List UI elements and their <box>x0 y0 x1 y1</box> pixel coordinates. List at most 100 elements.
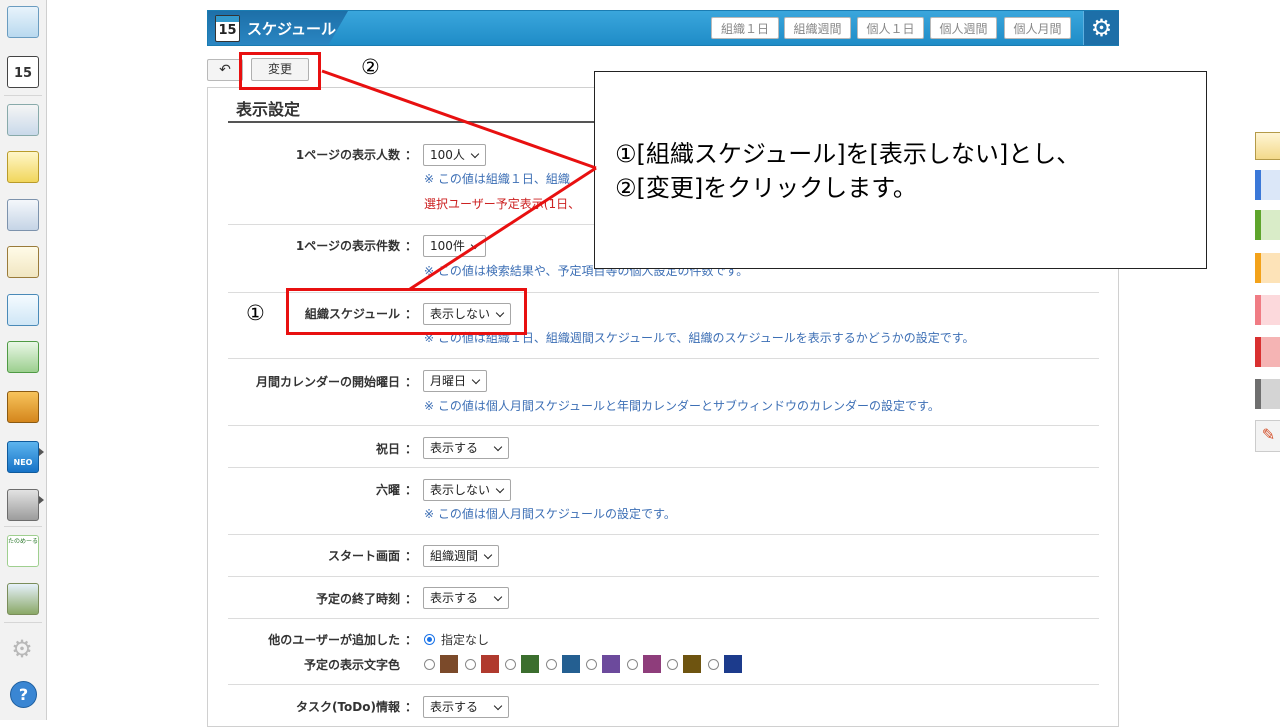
row-label-month-start-day: 月間カレンダーの開始曜日 <box>255 375 400 389</box>
change-button-highlight <box>239 52 321 90</box>
row-colon: ： <box>405 375 418 389</box>
clipboard-icon[interactable] <box>7 246 39 278</box>
binder-icon[interactable] <box>7 391 39 423</box>
folder-icon[interactable] <box>7 489 39 521</box>
color-swatch-5[interactable] <box>602 655 620 673</box>
sticky-note-icon[interactable] <box>1255 132 1280 160</box>
schedule-icon[interactable]: 15 <box>7 56 39 88</box>
color-radio-5[interactable] <box>586 659 597 670</box>
items-per-page-select[interactable]: 100件 <box>423 235 486 257</box>
side-tab-orange[interactable] <box>1255 253 1280 283</box>
portal-icon[interactable] <box>7 6 39 38</box>
sidebar-divider <box>4 526 42 527</box>
facility-icon[interactable] <box>7 104 39 136</box>
row-divider <box>228 576 1099 577</box>
row-label-items-per-page: 1ページの表示件数 <box>295 239 400 253</box>
color-radio-1[interactable] <box>424 659 435 670</box>
rokuyo-select[interactable]: 表示しない <box>423 479 512 501</box>
neo-icon[interactable]: NEO <box>7 441 39 473</box>
month-start-day-select[interactable]: 月曜日 <box>423 370 488 392</box>
org-schedule-highlight <box>286 288 527 335</box>
row-colon: ： <box>405 592 418 606</box>
refresh-icon[interactable] <box>7 341 39 373</box>
row-divider <box>228 425 1099 426</box>
nav-org-week-button[interactable]: 組織週間 <box>784 17 851 39</box>
row-note: ※ この値は個人月間スケジュールの設定です。 <box>424 507 676 521</box>
folder-expand-arrow[interactable] <box>39 496 44 504</box>
row-colon: ： <box>405 633 418 647</box>
memo-icon[interactable] <box>7 151 39 183</box>
row-divider <box>228 684 1099 685</box>
help-icon[interactable]: ? <box>10 681 37 708</box>
schedule-icon-number: 15 <box>13 66 33 81</box>
color-swatch-7[interactable] <box>683 655 701 673</box>
color-swatch-1[interactable] <box>440 655 458 673</box>
schedule-header: 15 スケジュール 組織１日 組織週間 個人１日 個人週間 個人月間 ⚙ <box>207 10 1119 46</box>
row-divider <box>228 534 1099 535</box>
row-label-rokuyo: 六曜 <box>375 483 400 497</box>
side-tab-green[interactable] <box>1255 210 1280 240</box>
row-divider <box>228 358 1099 359</box>
row-divider <box>228 618 1099 619</box>
sidebar-divider <box>4 622 42 623</box>
nav-org-day-button[interactable]: 組織１日 <box>711 17 779 39</box>
app-sidebar: 15 NEO たのめーる ⚙ ? <box>0 0 47 720</box>
marker-1: ① <box>246 301 265 325</box>
page-title: スケジュール <box>247 20 336 38</box>
neo-expand-arrow[interactable] <box>39 448 44 456</box>
nav-personal-month-button[interactable]: 個人月間 <box>1004 17 1071 39</box>
row-label-task-info: タスク(ToDo)情報 <box>295 700 400 714</box>
row-label-other-user-color: 他のユーザーが追加した <box>268 633 400 647</box>
row-colon: ： <box>405 549 418 563</box>
calendar-icon-number: 15 <box>218 23 237 38</box>
side-tab-blue[interactable] <box>1255 170 1280 200</box>
color-radio-3[interactable] <box>505 659 516 670</box>
start-screen-select[interactable]: 組織週間 <box>423 545 500 567</box>
nav-personal-week-button[interactable]: 個人週間 <box>930 17 997 39</box>
color-swatch-4[interactable] <box>561 655 580 673</box>
sidebar-divider <box>4 95 42 96</box>
callout-line-1: ①[組織スケジュール]を[表示しない]とし、 <box>615 140 1081 168</box>
task-info-select[interactable]: 表示する <box>423 696 509 718</box>
color-radio-default[interactable] <box>424 634 435 645</box>
holidays-select[interactable]: 表示する <box>423 437 509 459</box>
row-warning-note: 選択ユーザー予定表示(1日、 <box>424 197 581 211</box>
color-radio-2[interactable] <box>464 659 476 670</box>
color-swatch-8[interactable] <box>723 655 742 673</box>
color-swatch-3[interactable] <box>521 655 539 673</box>
color-swatch-6[interactable] <box>642 655 661 673</box>
color-default-label: 指定なし <box>441 633 490 647</box>
color-radio-6[interactable] <box>626 659 638 670</box>
nav-personal-day-button[interactable]: 個人１日 <box>857 17 924 39</box>
tanomeru-app-label: たのめーる <box>8 538 39 545</box>
gear-icon[interactable]: ⚙ <box>7 634 37 664</box>
search-doc-icon[interactable] <box>7 294 39 326</box>
row-label-end-time: 予定の終了時刻 <box>315 592 400 606</box>
back-button[interactable]: ↶ <box>207 59 243 81</box>
tanomeru-app-icon[interactable]: たのめーる <box>7 535 39 567</box>
row-colon: ： <box>405 700 418 714</box>
callout-line-2: ②[変更]をクリックします。 <box>615 174 917 202</box>
row-colon: ： <box>405 483 418 497</box>
color-radio-8[interactable] <box>707 659 719 670</box>
color-radio-4[interactable] <box>545 659 557 670</box>
web-app-icon[interactable] <box>7 583 39 615</box>
end-time-select[interactable]: 表示する <box>423 587 509 609</box>
row-colon: ： <box>405 148 418 162</box>
side-tab-red[interactable] <box>1255 337 1280 367</box>
side-tab-gray[interactable] <box>1255 379 1280 409</box>
row-label-other-user-color-2: 予定の表示文字色 <box>303 658 400 672</box>
color-radio-7[interactable] <box>667 659 678 670</box>
board-icon[interactable] <box>7 199 39 231</box>
row-label-start-screen: スタート画面 <box>327 549 400 563</box>
side-tab-pink[interactable] <box>1255 295 1280 325</box>
row-label-holidays: 祝日 <box>375 442 400 456</box>
marker-2: ② <box>361 55 380 79</box>
color-swatch-2[interactable] <box>480 655 499 673</box>
calendar-icon: 15 <box>215 15 240 42</box>
people-per-page-select[interactable]: 100人 <box>423 144 486 166</box>
neo-icon-label: NEO <box>13 458 33 467</box>
panel-title: 表示設定 <box>236 100 301 119</box>
settings-gear-icon[interactable]: ⚙ <box>1083 11 1119 45</box>
pencil-icon[interactable]: ✎ <box>1255 420 1280 452</box>
